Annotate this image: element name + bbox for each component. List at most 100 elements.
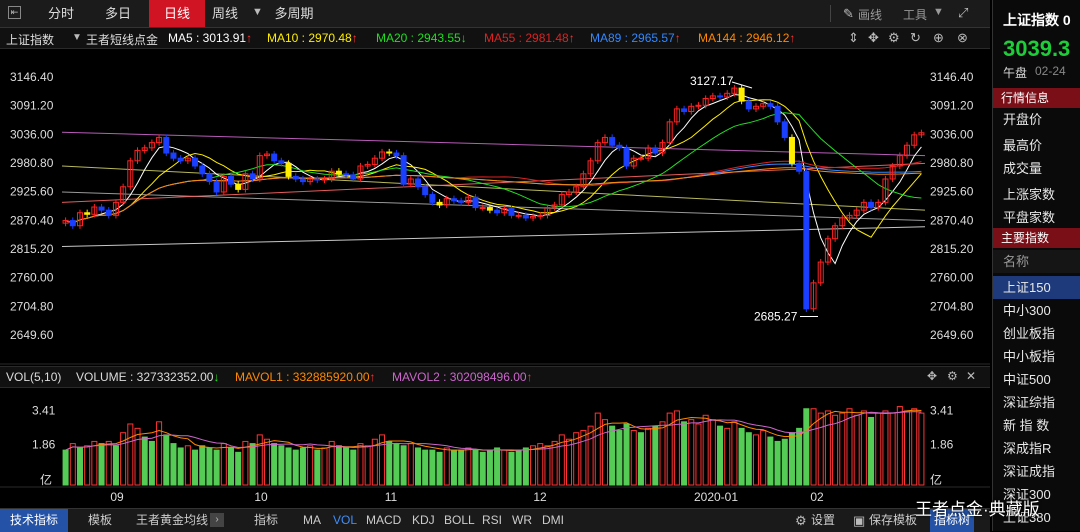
index-item[interactable]: 中小300 [993, 299, 1080, 322]
index-item[interactable]: 深成指R [993, 437, 1080, 460]
volume-bar [256, 434, 263, 486]
indicator-bottom-bar: 技术指标 模板 王者黄金均线 › 指标 MA VOL MACD KDJ BOLL… [0, 508, 990, 532]
indicator-rsi[interactable]: RSI [482, 509, 502, 532]
index-item[interactable]: 中小板指 [993, 345, 1080, 368]
indicator-vol[interactable]: VOL [333, 509, 357, 532]
volume-bar [472, 449, 479, 486]
indicator-kdj[interactable]: KDJ [412, 509, 435, 532]
candle-body [400, 155, 407, 185]
index-item[interactable]: 创业板指 [993, 322, 1080, 345]
candle-body [515, 214, 522, 217]
main-index-header[interactable]: 主要指数 [993, 228, 1080, 248]
collapse-panel-icon[interactable]: ⇤ [8, 6, 21, 19]
indicator-macd[interactable]: MACD [366, 509, 401, 532]
draw-line-button[interactable]: 画线 [858, 6, 882, 23]
chart-toolbar: ⇤ 分时 多日 日线 周线 ▼ 多周期 ✎ 画线 工具 ▼ ⤢ [0, 0, 990, 28]
tab-gold-ma[interactable]: 王者黄金均线 [136, 509, 208, 532]
tab-technical-indicators[interactable]: 技术指标 [0, 509, 68, 532]
volume-bar [745, 432, 752, 486]
move-icon[interactable]: ✥ [927, 369, 937, 383]
volume-bar [199, 445, 206, 486]
indicator-dmi[interactable]: DMI [542, 509, 564, 532]
index-item[interactable]: 深证综指 [993, 391, 1080, 414]
chevron-down-icon[interactable]: ▼ [933, 6, 944, 18]
volume-bar [709, 419, 716, 486]
up-down-icon[interactable]: ⇕ [848, 30, 859, 46]
volume-bar [781, 438, 788, 486]
vol-tick-left: 1.86 [32, 437, 56, 451]
tab-multi-day[interactable]: 多日 [92, 0, 144, 27]
y-tick-left: 2704.80 [10, 299, 54, 313]
gear-icon[interactable]: ⚙ [795, 513, 807, 529]
y-tick-left: 2649.60 [10, 328, 54, 342]
volume-bar [673, 410, 680, 486]
tab-multi-period[interactable]: 多周期 [266, 0, 322, 27]
chevron-right-icon[interactable]: › [210, 513, 224, 527]
volume-bar [91, 440, 98, 486]
volume-bar [896, 406, 903, 486]
candle-body [249, 173, 256, 180]
name-column-header: 名称 [993, 250, 1080, 273]
volume-bar [148, 440, 155, 486]
indicator-wr[interactable]: WR [512, 509, 532, 532]
gear-icon[interactable]: ⚙ [947, 369, 958, 383]
volume-bar [860, 410, 867, 486]
strategy-name[interactable]: 王者短线点金 [86, 31, 158, 48]
price-chart[interactable]: 3146.40 3146.40 3091.20 3091.20 3036.00 3036.… [0, 49, 990, 365]
candle-body [472, 196, 479, 209]
index-item[interactable]: 中证500 [993, 368, 1080, 391]
pencil-icon[interactable]: ✎ [843, 6, 854, 22]
tab-template[interactable]: 模板 [88, 509, 112, 532]
candle-body [522, 214, 529, 219]
candle-body [98, 206, 105, 211]
volume-value: VOLUME : 327332352.00↓ [76, 370, 220, 384]
volume-chart[interactable]: 3.41 3.41 1.86 1.86 亿 亿 09 10 11 12 2020-01 02 [0, 387, 990, 508]
volume-bar [601, 419, 608, 486]
volume-bar [659, 421, 666, 486]
volume-bar [343, 447, 350, 486]
volume-bar [429, 449, 436, 486]
save-template-button[interactable]: 保存模板 [869, 509, 917, 532]
tools-button[interactable]: 工具 [903, 6, 927, 23]
settings-button[interactable]: 设置 [811, 509, 835, 532]
tab-intraday[interactable]: 分时 [35, 0, 87, 27]
volume-bar [810, 408, 817, 486]
volume-bar [112, 445, 119, 486]
volume-bar [688, 419, 695, 486]
volume-bar [616, 430, 623, 486]
chevron-down-icon[interactable]: ▼ [72, 32, 82, 43]
chevron-down-icon[interactable]: ▼ [252, 6, 263, 18]
tab-weekly[interactable]: 周线 [205, 0, 245, 27]
index-price: 3039.3 [1003, 36, 1071, 61]
y-tick-right: 3036.00 [930, 127, 974, 141]
volume-bar [832, 414, 839, 486]
volume-bar [105, 440, 112, 486]
quote-info-header[interactable]: 行情信息 [993, 88, 1080, 108]
move-icon[interactable]: ✥ [868, 30, 879, 46]
volume-bar [580, 430, 587, 486]
save-icon[interactable]: ▣ [853, 513, 865, 529]
add-icon[interactable]: ⊕ [933, 30, 944, 46]
volume-bar [911, 408, 918, 486]
expand-icon[interactable]: ⤢ [958, 5, 968, 21]
volume-bar [544, 445, 551, 486]
gear-icon[interactable]: ⚙ [888, 30, 900, 46]
vol-tick-left: 3.41 [32, 404, 56, 418]
volume-bar [192, 449, 199, 486]
index-item[interactable]: 新 指 数 [993, 414, 1080, 437]
refresh-icon[interactable]: ↻ [910, 30, 921, 46]
volume-bar [263, 438, 270, 486]
indicator-info-bar: 上证指数 ▼ 王者短线点金 MA5 : 3013.91↑ MA10 : 2970… [0, 28, 990, 49]
indicator-boll[interactable]: BOLL [444, 509, 475, 532]
vol-tick-right: 3.41 [930, 404, 954, 418]
volume-bar [177, 447, 184, 486]
index-item[interactable]: 深证成指 [993, 460, 1080, 483]
candle-body [436, 201, 443, 206]
volume-bar [889, 412, 896, 486]
index-item[interactable]: 上证150 [993, 276, 1080, 299]
close-icon[interactable]: ⊗ [957, 30, 968, 46]
indicator-ma[interactable]: MA [303, 509, 321, 532]
tab-daily[interactable]: 日线 [149, 0, 205, 27]
candle-body [450, 198, 457, 202]
close-icon[interactable]: ✕ [966, 369, 976, 383]
